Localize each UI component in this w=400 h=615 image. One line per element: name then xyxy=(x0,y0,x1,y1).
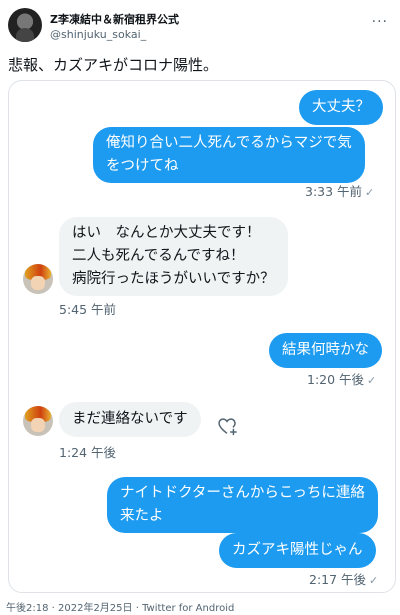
message-text-line: 俺知り合い二人死んでるからマジで気 xyxy=(106,135,352,151)
read-check-icon: ✓ xyxy=(367,374,377,387)
message-text-line: をつけてね xyxy=(106,158,179,174)
incoming-message: まだ連絡ないです xyxy=(59,402,201,437)
author-handle[interactable]: @shinjuku_sokai_ xyxy=(50,28,146,41)
read-check-icon: ✓ xyxy=(369,574,379,587)
chat-screenshot-card[interactable]: 大丈夫？ 俺知り合い二人死んでるからマジで気 をつけてね 3:33 午前 ✓ はい… xyxy=(8,80,396,593)
react-heart-icon[interactable] xyxy=(216,415,238,437)
message-timestamp: 3:33 午前 ✓ xyxy=(305,184,375,199)
message-text: カズアキ陽性じゃん xyxy=(232,542,363,558)
message-text-line: 病院行ったほうがいいですか？ xyxy=(72,271,275,287)
message-timestamp: 2:17 午後 ✓ xyxy=(309,572,379,587)
tweet-timestamp-source[interactable]: 午後2:18 · 2022年2月25日 · Twitter for Androi… xyxy=(6,599,234,614)
contact-avatar xyxy=(23,264,53,294)
message-text: まだ連絡ないです xyxy=(72,411,188,427)
author-avatar[interactable] xyxy=(8,8,42,42)
message-timestamp: 1:20 午後 ✓ xyxy=(307,372,377,387)
author-name[interactable]: Z李凍結中＆新宿租界公式 xyxy=(50,11,179,27)
tweet-header: Z李凍結中＆新宿租界公式 @shinjuku_sokai_ ... xyxy=(8,8,400,46)
message-text-line: はい なんとか大丈夫です！ xyxy=(72,225,261,241)
message-timestamp: 1:24 午後 xyxy=(59,445,117,460)
outgoing-message: 大丈夫？ xyxy=(299,90,383,125)
message-text-line: 来たよ xyxy=(120,508,164,524)
incoming-message: はい なんとか大丈夫です！ 二人も死んでるんですね！ 病院行ったほうがいいですか… xyxy=(59,217,288,296)
message-timestamp: 5:45 午前 xyxy=(59,302,117,317)
outgoing-message: ナイトドクターさんからこっちに連絡 来たよ xyxy=(107,477,378,533)
tweet-text: 悲報、カズアキがコロナ陽性。 xyxy=(8,56,219,74)
message-text: 大丈夫？ xyxy=(312,99,370,115)
contact-avatar xyxy=(23,406,53,436)
read-check-icon: ✓ xyxy=(365,186,375,199)
outgoing-message: 結果何時かな xyxy=(269,333,382,368)
message-text: 結果何時かな xyxy=(282,342,369,358)
message-text-line: 二人も死んでるんですね！ xyxy=(72,248,245,264)
message-text-line: ナイトドクターさんからこっちに連絡 xyxy=(120,485,365,501)
outgoing-message: 俺知り合い二人死んでるからマジで気 をつけてね xyxy=(93,127,365,183)
outgoing-message: カズアキ陽性じゃん xyxy=(219,533,376,568)
more-options-icon[interactable]: ... xyxy=(372,10,388,26)
